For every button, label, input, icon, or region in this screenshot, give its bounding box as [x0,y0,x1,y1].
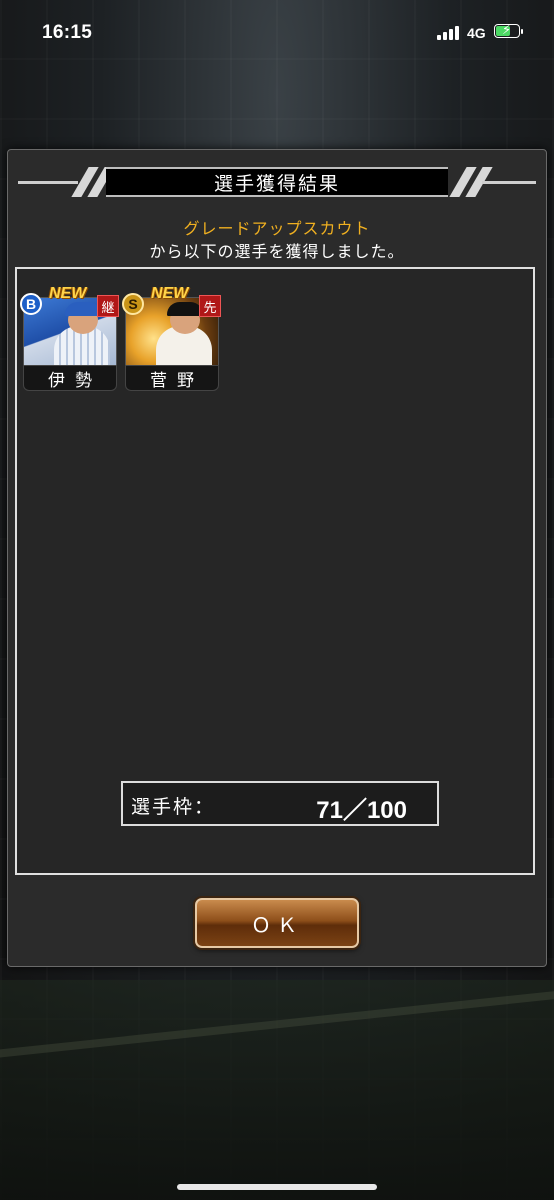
new-badge: NEW [49,285,87,302]
player-card-sugano[interactable]: 菅野 S NEW 先 [122,285,221,391]
status-bar: 16:15 4G ⚡ [0,0,554,66]
player-list: 伊勢 B NEW 継 菅野 S NEW 先 選手枠： 71／100 [15,267,535,875]
slots-label: 選手枠： [131,796,216,818]
result-message: から以下の選手を獲得しました。 [149,242,405,261]
slots-value: 71／100 [316,797,407,824]
result-dialog: 選手獲得結果 グレードアップスカウト から以下の選手を獲得しました。 伊勢 B … [7,149,547,967]
scout-name: グレードアップスカウト [183,219,371,238]
player-name: 伊勢 [23,365,117,391]
network-type: 4G [467,25,486,41]
player-card-ise[interactable]: 伊勢 B NEW 継 [20,285,119,391]
field-background [0,980,554,1200]
position-badge: 継 [97,295,119,317]
dialog-title: 選手獲得結果 [106,167,448,197]
dialog-title-bar: 選手獲得結果 [18,167,536,197]
signal-icon [437,26,463,40]
position-badge: 先 [199,295,221,317]
battery-charging-icon: ⚡ [494,23,523,38]
status-time: 16:15 [42,22,93,43]
home-indicator[interactable] [177,1184,377,1190]
player-slots-box: 選手枠： 71／100 [121,781,439,826]
player-name: 菅野 [125,365,219,391]
new-badge: NEW [151,285,189,302]
ok-button[interactable]: ＯＫ [195,898,359,948]
grade-badge: S [122,293,144,315]
grade-badge: B [20,293,42,315]
